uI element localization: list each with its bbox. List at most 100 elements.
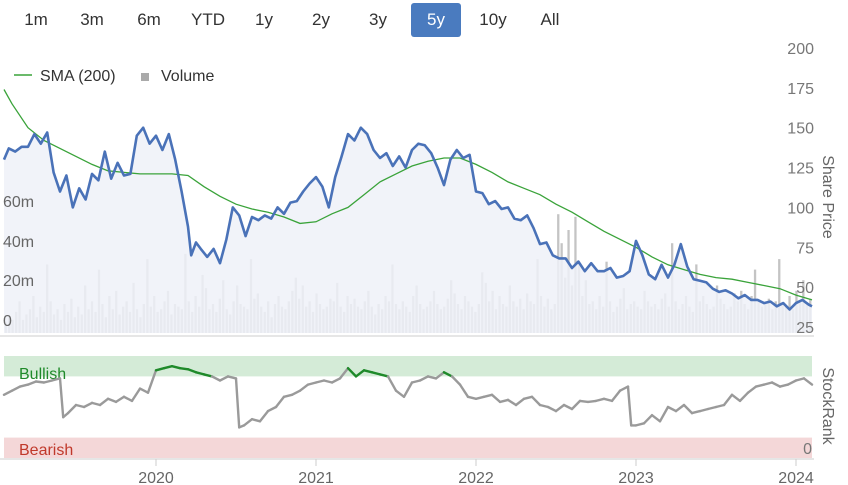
stockrank-segment bbox=[138, 387, 150, 394]
stockrank-segment bbox=[778, 383, 790, 388]
stockrank-segment bbox=[530, 395, 542, 407]
stockrank-segment bbox=[522, 395, 534, 400]
volume-tick-label: 60m bbox=[3, 194, 34, 211]
stockrank-segment bbox=[746, 385, 758, 394]
volume-tick-label: 0 bbox=[3, 313, 12, 330]
stockrank-segment bbox=[546, 405, 558, 413]
stockrank-segment bbox=[282, 393, 294, 398]
stock-chart: Bullish Bearish 20017515012510075502560m… bbox=[0, 41, 836, 485]
stockrank-segment bbox=[498, 398, 510, 404]
price-tick-label: 125 bbox=[787, 161, 814, 178]
stockrank-segment bbox=[674, 403, 686, 413]
stockrank-segment bbox=[426, 375, 438, 380]
share-price-axis-title: Share Price bbox=[819, 155, 836, 239]
stockrank-segment bbox=[738, 391, 750, 403]
stockrank-segment bbox=[786, 379, 798, 386]
stockrank-segment bbox=[330, 377, 342, 384]
stockrank-segment bbox=[578, 399, 590, 404]
stockrank-segment bbox=[210, 375, 222, 382]
stockrank-segment bbox=[410, 379, 422, 384]
stockrank-segment bbox=[762, 381, 774, 386]
stockrank-segment bbox=[322, 379, 334, 384]
stockrank-segment bbox=[82, 401, 94, 409]
price-tick-label: 50 bbox=[796, 280, 814, 297]
stockrank-segment bbox=[274, 395, 286, 409]
stockrank-segment bbox=[794, 377, 806, 382]
stockrank-segment bbox=[66, 403, 78, 415]
stockrank-segment bbox=[290, 389, 302, 396]
stockrank-segment bbox=[658, 405, 670, 423]
stockrank-segment bbox=[458, 383, 470, 398]
price-tick-label: 175 bbox=[787, 81, 814, 98]
stockrank-segment bbox=[74, 403, 86, 409]
stockrank-segment bbox=[98, 397, 110, 407]
stockrank-segment bbox=[34, 380, 46, 384]
stockrank-segment bbox=[650, 414, 662, 423]
price-tick-label: 150 bbox=[787, 121, 814, 138]
bearish-band-label: Bearish bbox=[19, 442, 73, 459]
stockrank-segment bbox=[106, 397, 118, 404]
stockrank-segment bbox=[490, 393, 502, 404]
stockrank-segment bbox=[234, 377, 241, 429]
price-tick-label: 25 bbox=[796, 320, 814, 337]
stockrank-segment bbox=[386, 375, 398, 392]
stockrank-segment bbox=[226, 375, 238, 380]
stockrank-segment bbox=[114, 395, 126, 404]
stockrank-segment bbox=[730, 393, 742, 403]
stockrank-segment bbox=[394, 389, 406, 398]
stockrank-segment bbox=[10, 385, 22, 392]
stockrank-segment bbox=[2, 389, 14, 396]
stockrank-segment bbox=[682, 403, 694, 415]
stockrank-segment bbox=[722, 393, 734, 407]
stockrank-segment bbox=[218, 375, 230, 382]
x-axis-tick-label: 2020 bbox=[138, 470, 174, 485]
stockrank-segment bbox=[242, 418, 254, 427]
volume-tick-label: 40m bbox=[3, 234, 34, 251]
stockrank-segment bbox=[306, 381, 318, 386]
legend-volume-label[interactable]: Volume bbox=[161, 68, 214, 85]
stockrank-segment bbox=[618, 385, 630, 392]
stockrank-segment bbox=[482, 393, 494, 398]
stockrank-segment bbox=[690, 409, 702, 415]
legend-volume-swatch bbox=[141, 73, 149, 81]
stockrank-segment bbox=[754, 383, 766, 388]
stockrank-segment bbox=[18, 383, 30, 388]
price-tick-label: 200 bbox=[787, 41, 814, 58]
stockrank-segment bbox=[666, 405, 678, 413]
legend: SMA (200) Volume bbox=[14, 68, 214, 85]
stockrank-segment bbox=[562, 403, 574, 411]
legend-sma-label[interactable]: SMA (200) bbox=[40, 68, 116, 85]
stockrank-segment bbox=[770, 381, 782, 388]
stockrank-segment bbox=[474, 395, 486, 400]
stockrank-segment bbox=[594, 397, 606, 403]
bullish-band bbox=[4, 356, 812, 377]
stockrank-segment bbox=[402, 381, 414, 398]
stockrank-axis-title: StockRank bbox=[819, 367, 836, 445]
stockrank-segment bbox=[90, 401, 102, 407]
stockrank-segment bbox=[450, 375, 462, 386]
stockrank-segment bbox=[634, 422, 646, 427]
x-axis-tick-label: 2023 bbox=[618, 470, 654, 485]
stockrank-segment bbox=[178, 367, 190, 371]
stockrank-segment bbox=[706, 405, 718, 411]
x-axis-tick-label: 2024 bbox=[778, 470, 814, 485]
x-axis-tick-label: 2022 bbox=[458, 470, 494, 485]
stockrank-tick-label: 0 bbox=[803, 441, 812, 458]
stockrank-segment bbox=[418, 375, 430, 382]
stockrank-segment bbox=[714, 403, 726, 409]
price-tick-label: 75 bbox=[796, 240, 814, 257]
stockrank-segment bbox=[58, 377, 65, 419]
stockrank-segment bbox=[514, 397, 526, 407]
stockrank-segment bbox=[314, 379, 326, 384]
stockrank-segment bbox=[602, 397, 614, 403]
stockrank-segment bbox=[122, 395, 134, 403]
volume-tick-label: 20m bbox=[3, 273, 34, 290]
bearish-band bbox=[4, 437, 812, 458]
stockrank-segment bbox=[130, 387, 142, 403]
stockrank-segment bbox=[586, 399, 598, 404]
stockrank-segment bbox=[538, 403, 550, 409]
stockrank-segment bbox=[266, 405, 278, 413]
stockrank-segment bbox=[802, 377, 814, 386]
stockrank-segment bbox=[570, 399, 582, 411]
stockrank-segment bbox=[642, 414, 654, 425]
